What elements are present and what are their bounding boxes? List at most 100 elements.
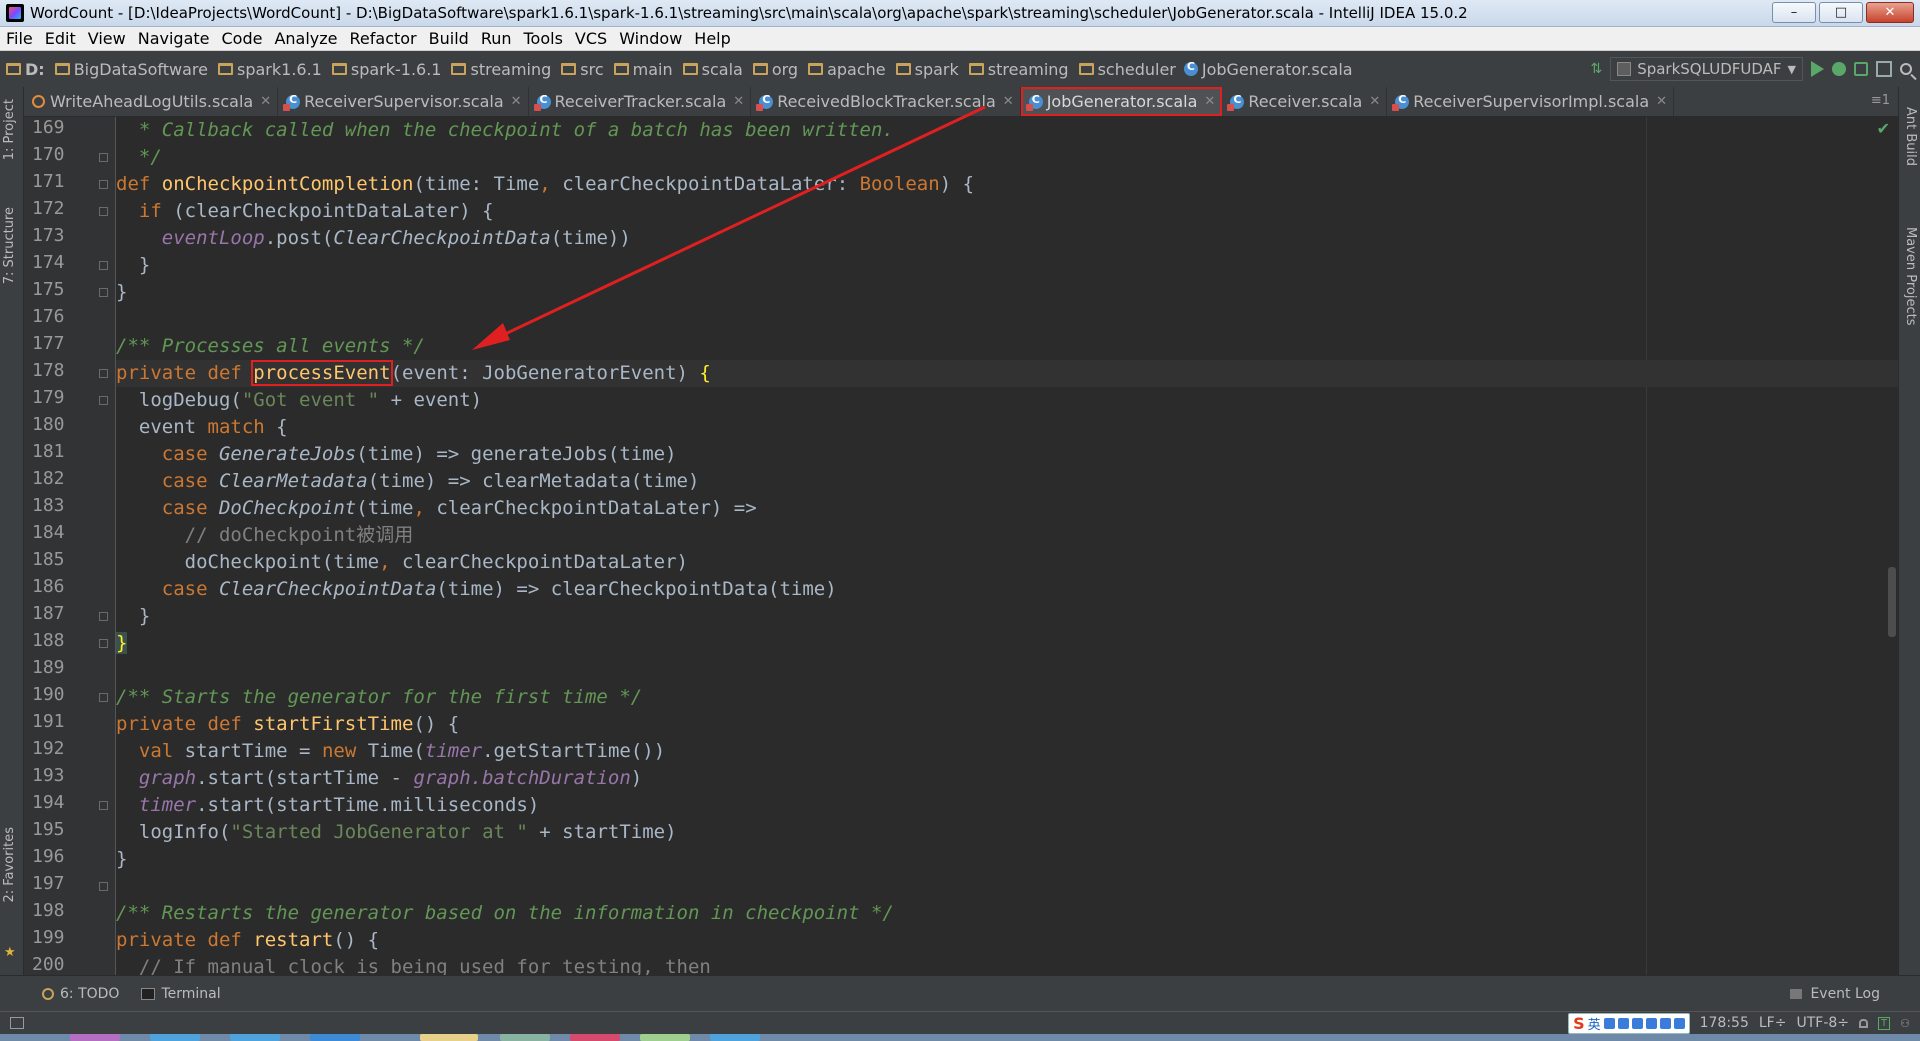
breadcrumb-file[interactable]: JobGenerator.scala <box>1180 60 1353 79</box>
fold-marker[interactable] <box>99 207 108 216</box>
tool-tab-ant-build[interactable]: Ant Build <box>1903 107 1918 166</box>
menu-analyze[interactable]: Analyze <box>268 29 343 48</box>
menu-run[interactable]: Run <box>475 29 518 48</box>
close-icon[interactable]: ✕ <box>260 94 271 109</box>
fold-marker[interactable] <box>99 882 108 891</box>
process-event-highlight: processEvent <box>251 360 393 386</box>
close-icon[interactable]: ✕ <box>1003 94 1014 109</box>
debug-icon[interactable] <box>1832 62 1846 76</box>
fold-marker[interactable] <box>99 261 108 270</box>
menu-tools[interactable]: Tools <box>518 29 569 48</box>
breadcrumb-item[interactable]: src <box>555 60 604 79</box>
breadcrumb-item[interactable]: spark1.6.1 <box>212 60 322 79</box>
breadcrumb-item[interactable]: streaming <box>963 60 1069 79</box>
editor-scrollbar-thumb[interactable] <box>1888 567 1896 637</box>
fold-marker[interactable] <box>99 639 108 648</box>
make-project-icon[interactable]: ⇅ <box>1590 61 1602 77</box>
menu-build[interactable]: Build <box>423 29 475 48</box>
run-configuration-select[interactable]: SparkSQLUDFUDAF ▼ <box>1610 57 1803 81</box>
minimize-button[interactable]: – <box>1772 2 1816 23</box>
close-icon[interactable]: ✕ <box>733 94 744 109</box>
menu-help[interactable]: Help <box>688 29 736 48</box>
breadcrumb-item[interactable]: BigDataSoftware <box>49 60 208 79</box>
fold-marker[interactable] <box>99 153 108 162</box>
breadcrumb-item[interactable]: spark-1.6.1 <box>326 60 441 79</box>
tab-jobgenerator[interactable]: JobGenerator.scala ✕ <box>1020 87 1223 116</box>
line-number-gutter: 169 170 171 172 173 174 175 176 177 178 … <box>24 117 116 975</box>
close-icon[interactable]: ✕ <box>1204 94 1215 109</box>
file-encoding[interactable]: UTF-8÷ <box>1796 1015 1849 1031</box>
tab-receiversupervisorimpl[interactable]: ReceiverSupervisorImpl.scala ✕ <box>1387 87 1675 116</box>
fold-marker[interactable] <box>99 693 108 702</box>
tab-writeaheadlogutils[interactable]: WriteAheadLogUtils.scala ✕ <box>24 87 279 116</box>
line-separator[interactable]: LF÷ <box>1759 1015 1787 1031</box>
breadcrumb-item[interactable]: streaming <box>445 60 551 79</box>
memory-indicator-icon[interactable]: ⚇ <box>1900 1017 1910 1030</box>
inspection-badge-icon[interactable]: T <box>1878 1016 1891 1030</box>
code-editor[interactable]: 169 170 171 172 173 174 175 176 177 178 … <box>24 117 1898 975</box>
fold-marker[interactable] <box>99 369 108 378</box>
taskbar-app-icon[interactable] <box>70 1034 120 1041</box>
menu-code[interactable]: Code <box>216 29 269 48</box>
tab-overflow-menu[interactable]: ≡1 <box>1871 93 1890 108</box>
tab-receivedblocktracker[interactable]: ReceivedBlockTracker.scala ✕ <box>751 87 1021 116</box>
close-icon[interactable]: ✕ <box>1369 94 1380 109</box>
taskbar-app-icon[interactable] <box>150 1034 200 1041</box>
menu-file[interactable]: File <box>0 29 39 48</box>
class-ref: ClearCheckpointData <box>218 578 437 600</box>
tab-receivertracker[interactable]: ReceiverTracker.scala ✕ <box>529 87 752 116</box>
menu-edit[interactable]: Edit <box>39 29 82 48</box>
fold-marker[interactable] <box>99 180 108 189</box>
breadcrumb-item[interactable]: org <box>747 60 798 79</box>
close-button[interactable]: ✕ <box>1866 2 1914 23</box>
lock-icon[interactable] <box>1859 1018 1869 1028</box>
breadcrumb-item[interactable]: apache <box>802 60 886 79</box>
taskbar-app-icon[interactable] <box>640 1034 690 1041</box>
tab-receiver[interactable]: Receiver.scala ✕ <box>1222 87 1388 116</box>
taskbar-app-icon[interactable] <box>710 1034 760 1041</box>
comment-text: */ <box>138 146 162 168</box>
run-icon[interactable] <box>1811 61 1824 77</box>
wrench-icon <box>1673 1017 1685 1029</box>
fold-marker[interactable] <box>99 396 108 405</box>
breadcrumb-item[interactable]: scheduler <box>1073 60 1176 79</box>
todo-tab[interactable]: 6: TODO <box>36 986 125 1002</box>
fold-marker[interactable] <box>99 612 108 621</box>
line-number: 169 <box>32 117 65 138</box>
fold-marker[interactable] <box>99 801 108 810</box>
taskbar-app-icon[interactable] <box>230 1034 280 1041</box>
fold-marker[interactable] <box>99 288 108 297</box>
code-token: Time( <box>367 740 425 762</box>
caret-position[interactable]: 178:55 <box>1700 1015 1749 1031</box>
breadcrumb-item[interactable]: spark <box>890 60 959 79</box>
project-structure-icon[interactable] <box>1876 61 1892 77</box>
tool-tab-maven-projects[interactable]: Maven Projects <box>1903 227 1918 326</box>
menu-navigate[interactable]: Navigate <box>132 29 216 48</box>
event-log-tab[interactable]: Event Log <box>1790 986 1880 1002</box>
code-area[interactable]: * Callback called when the checkpoint of… <box>116 117 1898 975</box>
menu-view[interactable]: View <box>82 29 132 48</box>
menu-window[interactable]: Window <box>613 29 688 48</box>
code-token: (time)) <box>550 227 631 249</box>
terminal-tab[interactable]: Terminal <box>135 986 226 1002</box>
breadcrumb-drive[interactable]: D: <box>0 60 45 79</box>
taskbar-app-icon[interactable] <box>500 1034 550 1041</box>
close-icon[interactable]: ✕ <box>511 94 522 109</box>
taskbar-app-icon[interactable] <box>570 1034 620 1041</box>
tool-tab-project[interactable]: 1: Project <box>2 99 17 160</box>
breadcrumb-item[interactable]: scala <box>677 60 743 79</box>
breadcrumb-item[interactable]: main <box>608 60 673 79</box>
tool-tab-structure[interactable]: 7: Structure <box>2 207 17 284</box>
run-with-coverage-icon[interactable] <box>1854 62 1868 76</box>
tool-tab-favorites[interactable]: 2: Favorites <box>2 827 17 903</box>
search-icon[interactable] <box>1900 63 1912 75</box>
tool-windows-toggle-icon[interactable] <box>10 1017 24 1029</box>
menu-refactor[interactable]: Refactor <box>344 29 423 48</box>
ime-toolbar[interactable]: S 英 <box>1568 1012 1690 1034</box>
taskbar-app-icon[interactable] <box>420 1034 478 1041</box>
close-icon[interactable]: ✕ <box>1656 94 1667 109</box>
menu-vcs[interactable]: VCS <box>569 29 613 48</box>
maximize-button[interactable]: □ <box>1819 2 1863 23</box>
tab-receiversupervisor[interactable]: ReceiverSupervisor.scala ✕ <box>278 87 529 116</box>
taskbar-app-icon[interactable] <box>310 1034 360 1041</box>
